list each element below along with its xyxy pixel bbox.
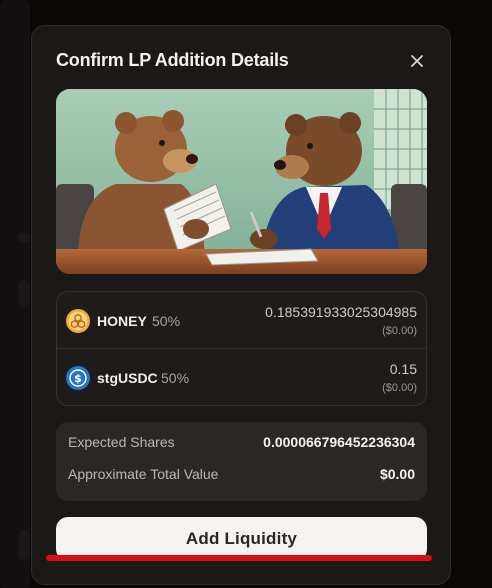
token-list: HONEY 50% 0.185391933025304985 ($0.00) $… [56,291,427,406]
two-bears-reviewing-documents-illustration [56,89,427,274]
honey-token-icon [66,309,90,333]
hero-illustration [56,89,427,274]
token-amount: 0.185391933025304985 [265,304,417,320]
usdc-token-icon: $ [66,366,90,390]
token-usd-value: ($0.00) [382,382,417,394]
highlight-underline [46,555,432,561]
modal-title: Confirm LP Addition Details [56,50,289,70]
approx-total-value-label: Approximate Total Value [68,466,219,482]
token-usd-value: ($0.00) [382,325,417,337]
confirm-lp-modal: Confirm LP Addition Details HONEY 50% 0.… [31,25,451,585]
lp-summary: Expected Shares 0.000066796452236304 App… [56,422,427,501]
approx-total-value: $0.00 [379,466,415,482]
background-element [18,280,30,306]
close-icon[interactable] [406,50,428,72]
background-element [18,530,30,560]
token-row-honey: HONEY 50% 0.185391933025304985 ($0.00) [57,292,426,349]
token-amount: 0.15 [389,361,417,377]
token-row-stgusdc: $ stgUSDC 50% 0.15 ($0.00) [57,349,426,406]
background-element [18,233,30,243]
svg-text:$: $ [74,372,82,385]
token-weight: 50% [161,370,190,386]
expected-shares-value: 0.000066796452236304 [263,434,415,450]
token-weight: 50% [152,313,181,329]
token-symbol: HONEY [97,313,147,329]
token-symbol: stgUSDC [97,370,158,386]
expected-shares-label: Expected Shares [68,434,175,450]
